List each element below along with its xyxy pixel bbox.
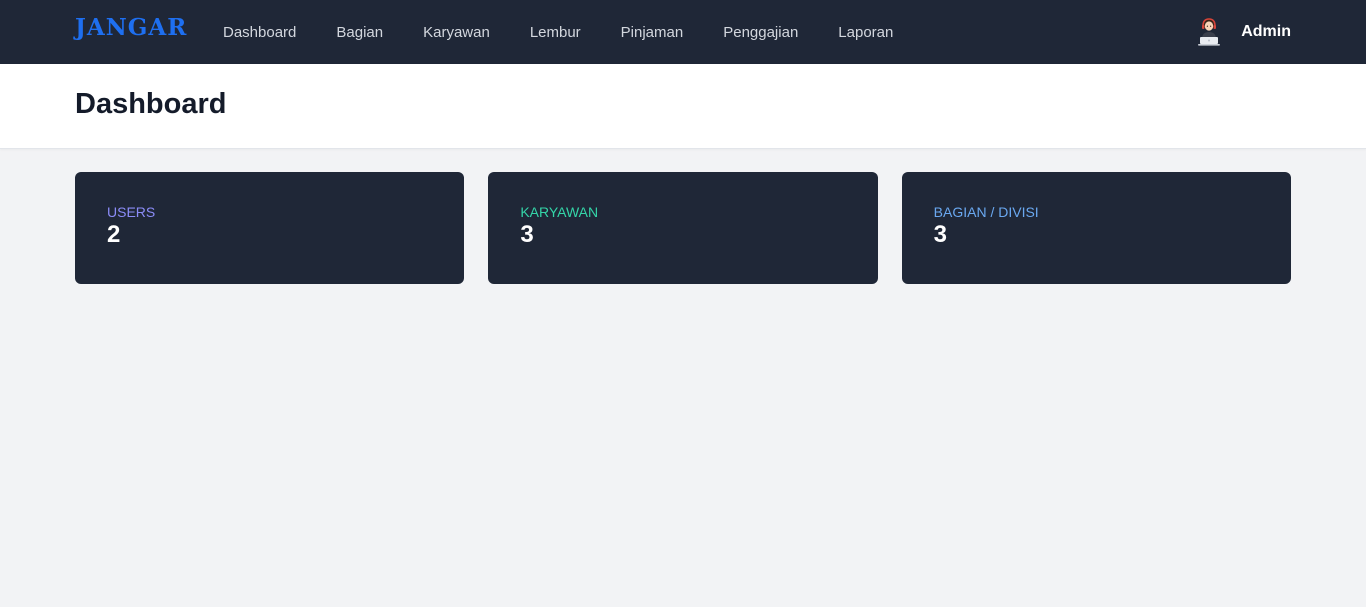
main-nav: Dashboard Bagian Karyawan Lembur Pinjama… (223, 0, 933, 64)
user-avatar-icon[interactable] (1198, 17, 1221, 47)
user-menu[interactable]: Admin (1198, 0, 1291, 64)
stats-cards: USERS 2 KARYAWAN 3 BAGIAN / DIVISI 3 (75, 172, 1291, 284)
top-navbar: JANGAR Dashboard Bagian Karyawan Lembur … (0, 0, 1366, 64)
stat-card-karyawan: KARYAWAN 3 (488, 172, 878, 284)
nav-item-bagian[interactable]: Bagian (336, 24, 383, 41)
stat-value: 3 (933, 221, 948, 248)
page-title: Dashboard (75, 88, 227, 120)
user-name[interactable]: Admin (1241, 23, 1291, 41)
stat-label: KARYAWAN (520, 204, 599, 220)
page-header: Dashboard (0, 64, 1366, 149)
nav-item-penggajian[interactable]: Penggajian (723, 24, 798, 41)
app-logo[interactable]: JANGAR (75, 14, 187, 41)
stat-label: BAGIAN / DIVISI (933, 204, 1039, 220)
nav-item-pinjaman[interactable]: Pinjaman (621, 24, 684, 41)
stat-card-bagian-divisi: BAGIAN / DIVISI 3 (901, 172, 1291, 284)
nav-item-lembur[interactable]: Lembur (530, 24, 581, 41)
stat-value: 2 (107, 221, 121, 248)
nav-item-laporan[interactable]: Laporan (838, 24, 893, 41)
stat-value: 3 (520, 221, 534, 248)
stat-label: USERS (107, 204, 156, 220)
stat-card-users: USERS 2 (75, 172, 465, 284)
nav-item-dashboard[interactable]: Dashboard (223, 24, 296, 41)
nav-item-karyawan[interactable]: Karyawan (423, 24, 490, 41)
